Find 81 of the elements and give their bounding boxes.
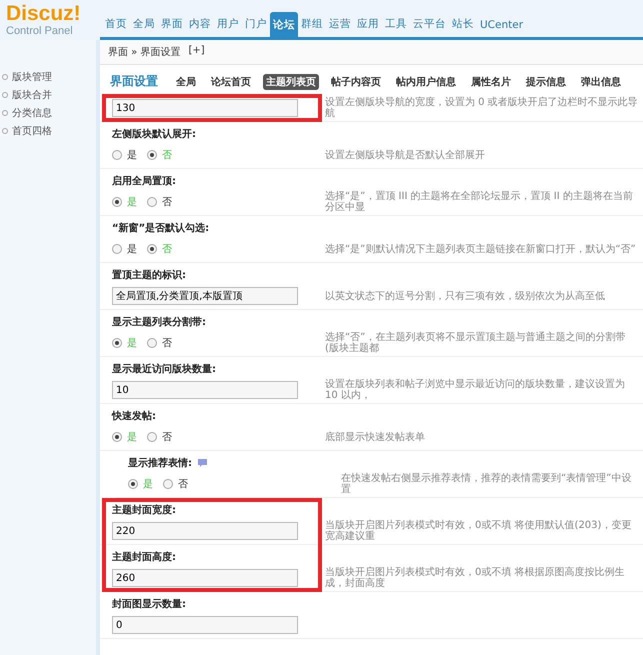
setting-hint: 以英文状态下的逗号分割，只有三项有效，级别依次为从高至低 <box>325 290 606 302</box>
tab[interactable]: 主题列表页 <box>263 74 319 90</box>
bullet-icon <box>2 74 8 80</box>
nav-tab[interactable]: UCenter <box>477 19 526 37</box>
breadcrumb[interactable]: 界面 » 界面设置 <box>108 45 180 59</box>
tab[interactable]: 帖子内容页 <box>328 74 384 90</box>
radio-button[interactable] <box>147 244 157 254</box>
setting-label: 显示推荐表情: <box>116 454 643 473</box>
nav-tab[interactable]: 全局 <box>130 17 158 37</box>
radio-button[interactable] <box>128 479 138 489</box>
logo-subtitle: Control Panel <box>6 25 74 37</box>
radio-button[interactable] <box>147 150 157 160</box>
setting-label: 置顶主题的标识: <box>111 268 187 283</box>
sidebar-item[interactable]: 首页四格 <box>0 124 96 138</box>
tab[interactable]: 弹出信息 <box>578 74 624 90</box>
setting-label: 封面图显示数量: <box>111 598 187 612</box>
radio-button[interactable] <box>112 150 122 160</box>
setting-hint: 底部显示快速发帖表单 <box>325 432 426 442</box>
nav-tab[interactable]: 运营 <box>326 17 354 37</box>
nav-tab[interactable]: 用户 <box>214 17 242 37</box>
nav-tab[interactable]: 工具 <box>382 17 410 37</box>
radio-button[interactable] <box>147 432 157 442</box>
input-field[interactable]: 260 <box>112 569 298 587</box>
bullet-icon <box>2 128 8 134</box>
radio-option[interactable]: 是 <box>112 148 137 162</box>
setting-hint: 当版块开启图片列表模式时有效，0或不填 将根据原图高度按比例生成，封面高度 <box>325 567 626 589</box>
setting-hint: 设置左侧版块导航是否默认全部展开 <box>325 150 486 160</box>
sidebar-item[interactable]: 版块管理 <box>0 70 96 84</box>
radio-button[interactable] <box>163 479 173 489</box>
setting-hint: 当版块开启图片列表模式时有效，0或不填 将使用默认值(203)，变更宽高建议重 <box>325 520 632 542</box>
setting-hint: 设置在版块列表和帖子浏览中显示最近访问的版块数量，建议设置为 10 以内， <box>325 379 626 401</box>
bullet-icon <box>2 110 8 116</box>
tab[interactable]: 论坛首页 <box>208 74 254 90</box>
logo-name: Discuz! <box>6 3 82 25</box>
radio-button[interactable] <box>147 338 157 348</box>
setting-hint: 选择“是”则默认情况下主题列表页主题链接在新窗口打开，默认为“否” <box>325 244 637 254</box>
setting-label: 快速发帖: <box>110 410 157 424</box>
radio-button[interactable] <box>112 338 122 348</box>
input-field[interactable]: 全局置顶,分类置顶,本版置顶 <box>112 287 298 305</box>
input-field[interactable]: 10 <box>112 381 298 399</box>
setting-label: 主题封面宽度: <box>111 503 177 518</box>
tab[interactable]: 提示信息 <box>523 74 569 90</box>
tab[interactable]: 全局 <box>173 74 199 90</box>
setting-label: 显示主题列表分割带: <box>111 315 207 330</box>
nav-tab[interactable]: 应用 <box>354 17 382 37</box>
setting-hint: 设置左侧版块导航的宽度，设置为 0 或者版块开启了边栏时不显示此导航 <box>325 97 639 119</box>
radio-button[interactable] <box>147 197 157 207</box>
radio-option[interactable]: 否 <box>147 430 172 444</box>
add-link[interactable]: [+] <box>188 45 205 59</box>
radio-option[interactable]: 是 <box>112 242 137 256</box>
setting-label: 主题封面高度: <box>111 550 177 565</box>
sidebar-item[interactable]: 版块合并 <box>0 88 96 102</box>
radio-option[interactable]: 否 <box>147 336 172 350</box>
radio-button[interactable] <box>112 197 122 207</box>
input-field[interactable]: 220 <box>112 522 298 540</box>
bullet-icon <box>2 92 8 98</box>
sidebar-item[interactable]: 分类信息 <box>0 106 96 120</box>
input-field[interactable]: 0 <box>112 616 298 634</box>
radio-option[interactable]: 否 <box>163 477 188 491</box>
radio-button[interactable] <box>112 244 122 254</box>
setting-hint: 在快速发帖右侧显示推荐表情，推荐的表情需要到“表情管理”中设置 <box>341 473 632 495</box>
setting-label: “新窗”是否默认勾选: <box>111 221 210 236</box>
tab[interactable]: 帖内用户信息 <box>393 74 459 90</box>
nav-tab[interactable]: 论坛 <box>270 12 298 37</box>
nav-tab[interactable]: 内容 <box>186 17 214 37</box>
setting-label: 左侧版块默认展开: <box>110 128 197 142</box>
nav-tab[interactable]: 首页 <box>102 17 130 37</box>
tab[interactable]: 属性名片 <box>468 74 514 90</box>
radio-button[interactable] <box>112 432 122 442</box>
radio-option[interactable]: 否 <box>147 195 172 209</box>
nav-tab[interactable]: 界面 <box>158 17 186 37</box>
input-field[interactable]: 130 <box>112 99 298 117</box>
nav-tab[interactable]: 云平台 <box>410 17 449 37</box>
setting-hint: 选择“否”，在主题列表页将不显示置顶主题与普通主题之间的分割带(版块主题都 <box>325 332 626 354</box>
setting-label: 启用全局置顶: <box>111 174 177 189</box>
nav-tab[interactable]: 群组 <box>298 17 326 37</box>
section-title: 界面设置 <box>110 73 158 90</box>
setting-label: 显示最近访问版块数量: <box>111 362 217 377</box>
nav-tab[interactable]: 站长 <box>449 17 477 37</box>
setting-hint: 选择“是”，置顶 III 的主题将在全部论坛显示，置顶 II 的主题将在当前分区中显 <box>325 191 634 213</box>
nav-tab[interactable]: 门户 <box>242 17 270 37</box>
